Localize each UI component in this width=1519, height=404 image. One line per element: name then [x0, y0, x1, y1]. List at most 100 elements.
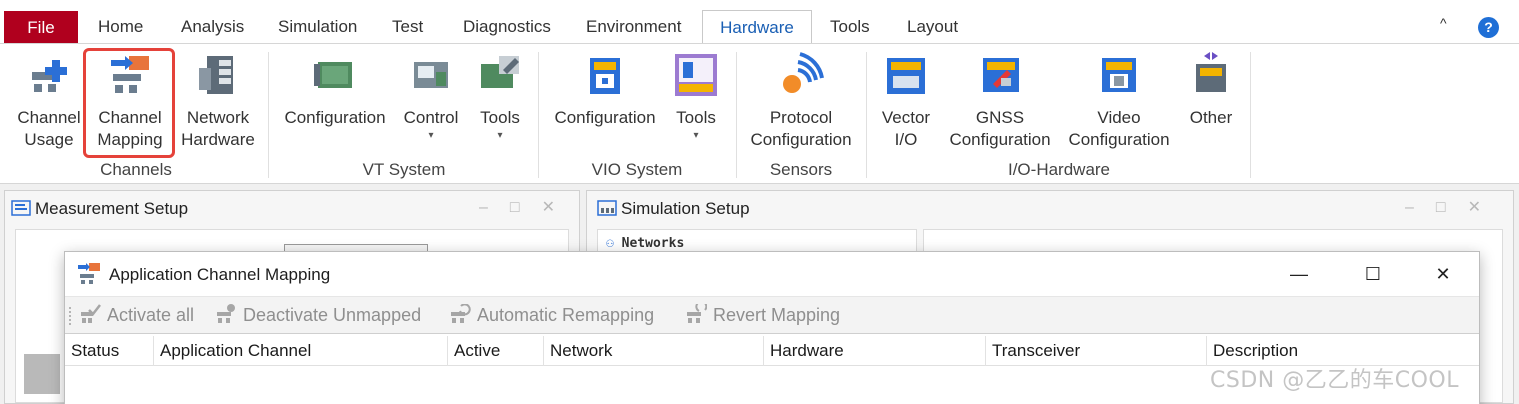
automatic-remapping-icon	[449, 303, 471, 324]
vio-configuration-label: Configuration	[554, 108, 656, 127]
minimize-icon[interactable]: —	[1269, 252, 1329, 296]
channel-mapping-highlight	[83, 48, 175, 158]
help-icon[interactable]: ?	[1478, 17, 1499, 38]
group-separator	[538, 52, 539, 178]
automatic-remapping-button[interactable]: Automatic Remapping	[449, 303, 655, 326]
close-icon[interactable]: ✕	[542, 199, 555, 216]
group-separator	[1250, 52, 1251, 178]
group-label-channels: Channels	[100, 160, 172, 179]
tab-simulation[interactable]: Simulation	[274, 10, 361, 44]
gnss-satellite-icon	[975, 50, 1025, 100]
collapse-ribbon-icon[interactable]: ^	[1440, 15, 1447, 31]
dialog-title: Application Channel Mapping	[109, 265, 331, 284]
column-header-network[interactable]: Network	[543, 336, 763, 366]
simulation-setup-title-text: Simulation Setup	[621, 199, 750, 218]
vt-control-icon	[406, 50, 456, 100]
group-label-sensors: Sensors	[769, 160, 833, 179]
simulation-setup-title: Simulation Setup	[597, 199, 750, 219]
column-header-active[interactable]: Active	[447, 336, 543, 366]
vt-control-dropdown-icon: ▾	[428, 130, 434, 141]
tab-home[interactable]: Home	[94, 10, 147, 44]
gnss-configuration-label-1: GNSS	[975, 108, 1025, 127]
channel-usage-button[interactable]: Channel Usage	[14, 50, 84, 151]
ribbon-hardware: Channel Usage Channel Mapping Network Ha…	[0, 44, 1519, 184]
tab-tools[interactable]: Tools	[826, 10, 874, 44]
activate-all-label: Activate all	[107, 305, 195, 325]
revert-mapping-button[interactable]: Revert Mapping	[685, 300, 840, 326]
simulation-setup-window-controls: – □ ✕	[1383, 197, 1481, 217]
group-separator	[866, 52, 867, 178]
maximize-icon[interactable]: ☐	[1343, 252, 1403, 296]
video-icon	[1094, 50, 1144, 100]
column-header-hardware[interactable]: Hardware	[763, 336, 985, 366]
vt-configuration-button[interactable]: Configuration	[284, 50, 386, 129]
tab-file[interactable]: File	[4, 11, 78, 44]
vio-configuration-button[interactable]: Configuration	[552, 50, 658, 129]
column-header-application-channel[interactable]: Application Channel	[153, 336, 447, 366]
maximize-icon[interactable]: □	[510, 199, 520, 216]
column-header-status[interactable]: Status	[65, 336, 153, 366]
measurement-setup-title-text: Measurement Setup	[35, 199, 189, 218]
vt-tools-button[interactable]: Tools ▾	[474, 50, 526, 143]
tab-hardware[interactable]: Hardware	[702, 10, 812, 45]
vt-tools-icon	[475, 50, 525, 100]
video-configuration-button[interactable]: Video Configuration	[1066, 50, 1172, 151]
vio-tools-dropdown-icon: ▾	[693, 130, 699, 141]
vio-tools-label: Tools	[676, 108, 716, 127]
vector-io-icon	[881, 50, 931, 100]
network-hardware-button[interactable]: Network Hardware	[178, 50, 258, 151]
close-icon[interactable]: ✕	[1468, 199, 1481, 216]
deactivate-unmapped-button[interactable]: Deactivate Unmapped	[215, 304, 421, 326]
group-separator	[736, 52, 737, 178]
gnss-configuration-label-2: Configuration	[949, 130, 1051, 149]
close-icon[interactable]: ✕	[1413, 252, 1473, 296]
channel-mapping-dialog-icon	[77, 262, 101, 284]
vt-tools-dropdown-icon: ▾	[497, 130, 503, 141]
activate-all-button[interactable]: Activate all	[79, 304, 194, 326]
tab-diagnostics[interactable]: Diagnostics	[459, 10, 555, 44]
network-hardware-label-2: Hardware	[181, 130, 255, 149]
vector-io-label-1: Vector	[881, 108, 931, 127]
vector-io-button[interactable]: Vector I/O	[878, 50, 934, 151]
measurement-setup-title: Measurement Setup	[11, 199, 188, 219]
minimize-icon[interactable]: –	[479, 199, 488, 216]
channel-usage-label-2: Usage	[24, 130, 74, 149]
vt-control-button[interactable]: Control ▾	[400, 50, 462, 143]
watermark: CSDN @乙乙的车COOL	[1210, 368, 1459, 393]
measurement-setup-icon	[11, 200, 31, 216]
other-io-button[interactable]: Other	[1184, 50, 1238, 129]
video-configuration-label-2: Configuration	[1068, 130, 1170, 149]
tab-analysis[interactable]: Analysis	[177, 10, 248, 44]
other-io-label: Other	[1189, 108, 1233, 127]
networks-label: Networks	[621, 236, 685, 251]
vio-configuration-icon	[580, 50, 630, 100]
protocol-configuration-label-1: Protocol	[769, 108, 833, 127]
dialog-toolbar: Activate all Deactivate Unmapped Automat…	[65, 296, 1479, 334]
vt-board-icon	[310, 50, 360, 100]
networks-node[interactable]: ⚇ Networks	[606, 236, 684, 251]
vio-tools-button[interactable]: Tools ▾	[670, 50, 722, 143]
automatic-remapping-label: Automatic Remapping	[477, 305, 655, 325]
simulation-setup-icon	[597, 200, 617, 216]
channel-usage-label-1: Channel	[17, 108, 81, 127]
measurement-setup-window-controls: – □ ✕	[457, 197, 555, 217]
tab-layout[interactable]: Layout	[903, 10, 962, 44]
networks-icon: ⚇	[606, 236, 614, 251]
gnss-configuration-button[interactable]: GNSS Configuration	[946, 50, 1054, 151]
deactivate-unmapped-icon	[215, 304, 237, 324]
ribbon-tab-bar: File Home Analysis Simulation Test Diagn…	[0, 0, 1519, 45]
vio-tools-icon	[671, 50, 721, 100]
tab-environment[interactable]: Environment	[582, 10, 685, 44]
group-separator	[268, 52, 269, 178]
vt-control-label: Control	[403, 108, 459, 127]
tab-test[interactable]: Test	[388, 10, 427, 44]
vector-io-label-2: I/O	[894, 130, 918, 149]
other-io-icon	[1186, 50, 1236, 100]
group-label-vt-system: VT System	[362, 160, 446, 179]
minimize-icon[interactable]: –	[1405, 199, 1414, 216]
protocol-configuration-button[interactable]: Protocol Configuration	[748, 50, 854, 151]
maximize-icon[interactable]: □	[1436, 199, 1446, 216]
deactivate-unmapped-label: Deactivate Unmapped	[243, 305, 422, 325]
column-header-transceiver[interactable]: Transceiver	[985, 336, 1206, 366]
network-hardware-icon	[193, 50, 243, 100]
